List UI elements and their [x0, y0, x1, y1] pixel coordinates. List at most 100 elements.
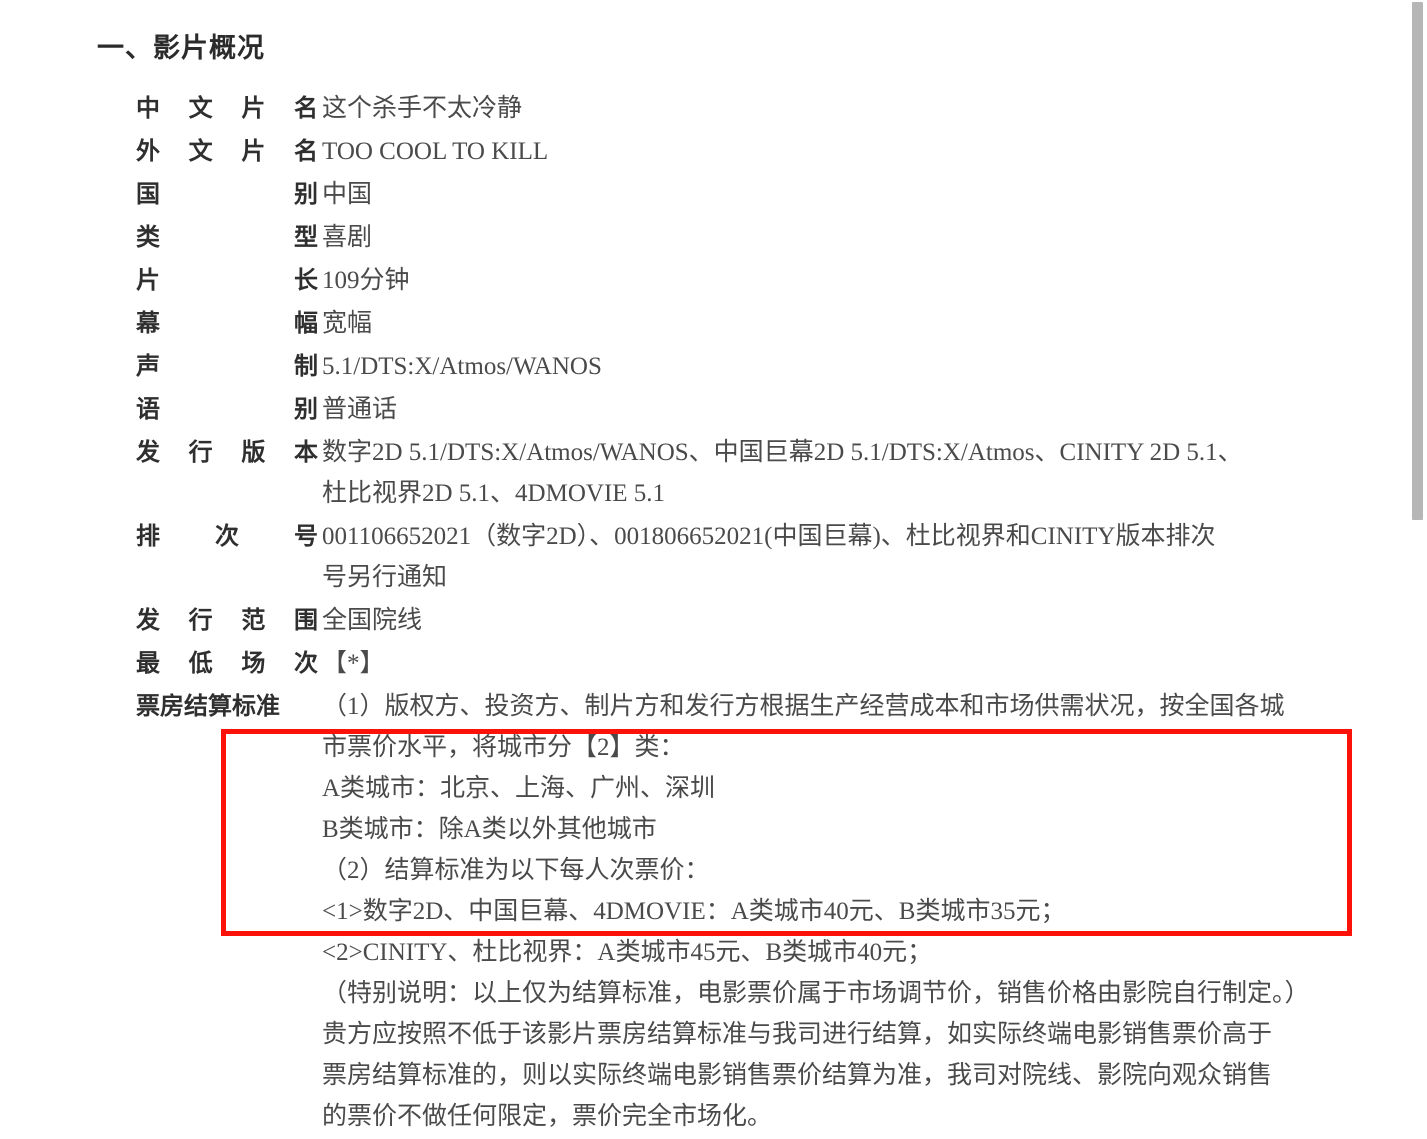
document-page: 一、影片概况 中文片名这个杀手不太冷静外文片名 TOO COOL TO KILL 国…	[0, 0, 1427, 1130]
field-value-line: 这个杀手不太冷静	[322, 95, 523, 122]
field-row: 最 低 场次【*】	[136, 643, 1351, 684]
settlement-line: A类城市：北京、上海、广州、深圳	[322, 775, 716, 802]
label-char: 中	[136, 95, 160, 122]
field-value: 5.1/DTS:X/Atmos/WANOS	[322, 346, 1351, 387]
label-char: 次	[293, 650, 318, 677]
settlement-line: 市票价水平，将城市分【2】类：	[322, 734, 685, 761]
label-char: 低	[188, 650, 213, 677]
label-char: 幅	[294, 310, 318, 337]
field-value: 数字2D 5.1/DTS:X/Atmos/WANOS、中国巨幕2D 5.1/DT…	[322, 432, 1351, 514]
label-char: 场	[241, 650, 266, 677]
settlement-line: （特别说明：以上仅为结算标准，电影票价属于市场调节价，销售价格由影院自行制定。）	[322, 980, 1310, 1007]
field-value: 普通话	[322, 389, 1351, 430]
label-char: 名	[293, 95, 318, 122]
field-row: 排 次 号 001106652021（数字2D）、001806652021(中国巨幕)…	[136, 516, 1351, 598]
label-char: 发	[136, 607, 160, 634]
field-row: 声 制 5.1/DTS:X/Atmos/WANOS	[136, 346, 1351, 387]
label-char: 长	[294, 267, 318, 294]
label-char: 外	[136, 138, 160, 165]
field-value-line: 数字2D 5.1/DTS:X/Atmos/WANOS、中国巨幕2D 5.1/DT…	[322, 439, 1243, 466]
label-char: 围	[293, 607, 318, 634]
label-char: 国	[136, 181, 160, 208]
label-char: 声	[136, 353, 160, 380]
field-value-line: 【*】	[322, 650, 385, 677]
field-value: 【*】	[322, 643, 1351, 684]
field-row: 片长 109分钟	[136, 260, 1351, 301]
label-char: 别	[294, 181, 318, 208]
field-label: 发 行 范围	[136, 600, 322, 641]
field-value: 全国院线	[322, 600, 1351, 641]
settlement-line: （2）结算标准为以下每人次票价：	[322, 857, 710, 884]
label-char: 最	[136, 650, 160, 677]
settlement-line: B类城市：除A类以外其他城市	[322, 816, 657, 843]
label-char: 制	[294, 353, 318, 380]
settlement-line: <2>CINITY、杜比视界：A类城市45元、B类城市40元；	[322, 939, 933, 966]
field-label: 国别	[136, 174, 322, 215]
label-char: 片	[241, 138, 266, 165]
label-char: 次	[215, 523, 239, 550]
field-label: 最 低 场次	[136, 643, 322, 684]
field-row: 幕幅宽幅	[136, 303, 1351, 344]
field-row: 语 别普通话	[136, 389, 1351, 430]
film-info-table: 中文片名这个杀手不太冷静外文片名 TOO COOL TO KILL 国别中国类型喜剧…	[136, 88, 1351, 1139]
field-row: 类型喜剧	[136, 217, 1351, 258]
field-value-line: 宽幅	[322, 310, 373, 337]
field-value: 109分钟	[322, 260, 1351, 301]
field-value-line: 5.1/DTS:X/Atmos/WANOS	[322, 353, 602, 380]
field-value-line: 普通话	[322, 396, 398, 423]
field-label: 中 文 片名	[136, 88, 322, 129]
settlement-line: 的票价不做任何限定，票价完全市场化。	[322, 1103, 773, 1130]
field-label: 幕幅	[136, 303, 322, 344]
label-char: 片	[136, 267, 160, 294]
label-char: 行	[188, 607, 213, 634]
label-char: 版	[241, 439, 266, 466]
field-value: 这个杀手不太冷静	[322, 88, 1351, 129]
field-row: 国别中国	[136, 174, 1351, 215]
settlement-label: 票房结算标准	[136, 693, 280, 720]
label-char: 幕	[136, 310, 160, 337]
label-char: 名	[293, 138, 318, 165]
field-label: 类型	[136, 217, 322, 258]
settlement-row: 票房结算标准 （1）版权方、投资方、制片方和发行方根据生产经营成本和市场供需状况，…	[136, 686, 1351, 1137]
label-char: 别	[294, 396, 318, 423]
field-value: TOO COOL TO KILL	[322, 131, 1351, 172]
field-row: 外 文 片名 TOO COOL TO KILL	[136, 131, 1351, 172]
field-row: 发 行 版本数字2D 5.1/DTS:X/Atmos/WANOS、中国巨幕2D 5.…	[136, 432, 1351, 514]
field-label: 外 文 片名	[136, 131, 322, 172]
label-char: 文	[188, 95, 213, 122]
field-value-line: 号另行通知	[322, 564, 448, 591]
field-value: 中国	[322, 174, 1351, 215]
settlement-value: （1）版权方、投资方、制片方和发行方根据生产经营成本和市场供需状况，按全国各城市…	[322, 686, 1351, 1137]
field-value: 喜剧	[322, 217, 1351, 258]
field-label: 排次号	[136, 516, 322, 557]
field-value-line: 杜比视界2D 5.1、4DMOVIE 5.1	[322, 480, 666, 507]
field-value: 001106652021（数字2D）、001806652021(中国巨幕)、杜比…	[322, 516, 1351, 598]
label-char: 号	[294, 523, 318, 550]
label-char: 型	[294, 224, 318, 251]
scrollbar-track[interactable]	[1408, 0, 1427, 1035]
field-value-line: TOO COOL TO KILL	[322, 138, 549, 165]
field-value-line: 109分钟	[322, 267, 410, 294]
field-row: 发 行 范围全国院线	[136, 600, 1351, 641]
field-value: 宽幅	[322, 303, 1351, 344]
settlement-line: （1）版权方、投资方、制片方和发行方根据生产经营成本和市场供需状况，按全国各城	[322, 693, 1285, 720]
page-title: 一、影片概况	[97, 33, 265, 63]
label-char: 本	[293, 439, 318, 466]
label-char: 行	[188, 439, 213, 466]
label-char: 文	[188, 138, 213, 165]
label-char: 类	[136, 224, 160, 251]
label-char: 片	[241, 95, 266, 122]
settlement-line: 票房结算标准的，则以实际终端电影销售票价结算为准，我司对院线、影院向观众销售	[322, 1062, 1273, 1089]
field-value-line: 全国院线	[322, 607, 423, 634]
field-label: 片长	[136, 260, 322, 301]
field-value-line: 001106652021（数字2D）、001806652021(中国巨幕)、杜比…	[322, 523, 1216, 550]
label-char: 发	[136, 439, 160, 466]
field-label: 发 行 版本	[136, 432, 322, 473]
label-char: 排	[136, 523, 160, 550]
label-char: 范	[241, 607, 266, 634]
field-value-line: 中国	[322, 181, 373, 208]
label-char: 语	[136, 396, 160, 423]
scrollbar-thumb[interactable]	[1412, 2, 1423, 520]
settlement-line: <1>数字2D、中国巨幕、4DMOVIE：A类城市40元、B类城市35元；	[322, 898, 1066, 925]
field-value-line: 喜剧	[322, 224, 373, 251]
